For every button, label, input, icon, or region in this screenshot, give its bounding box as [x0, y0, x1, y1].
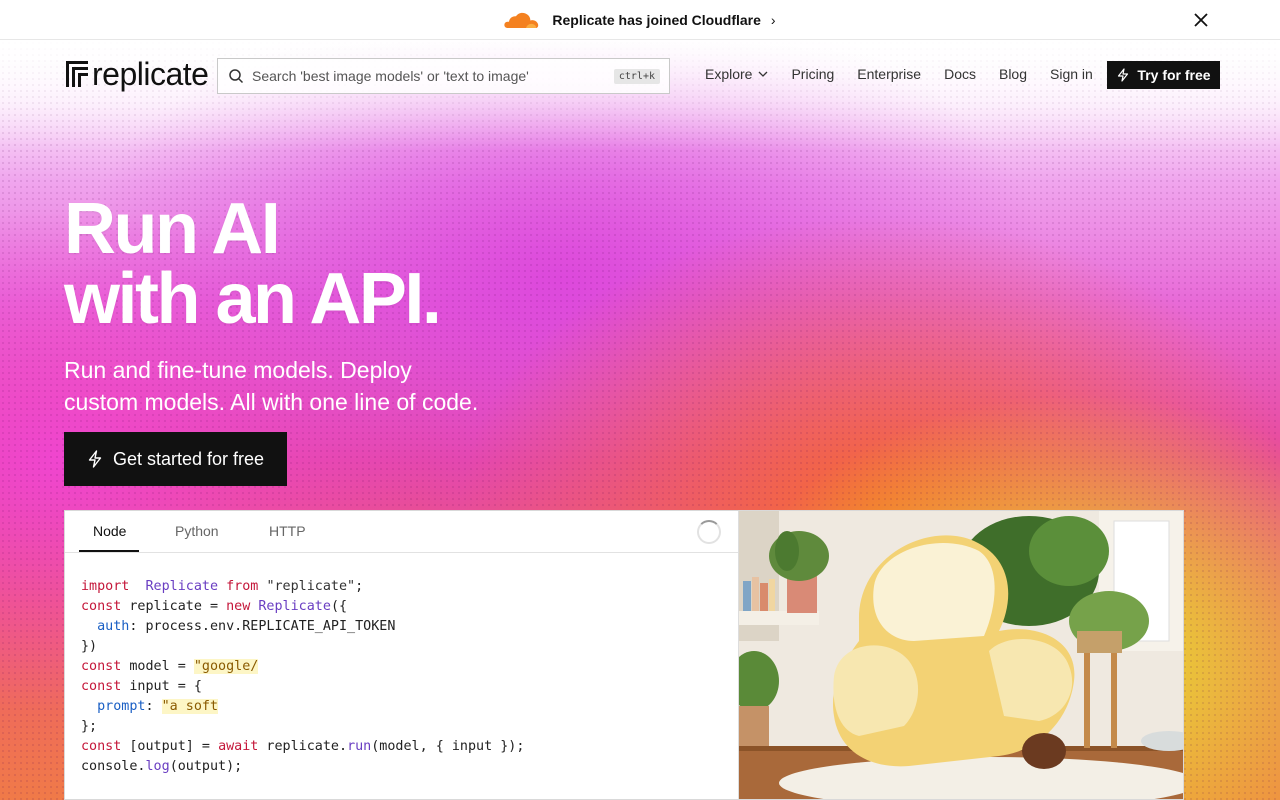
nav-blog[interactable]: Blog: [999, 66, 1027, 82]
search-box[interactable]: ctrl+k: [217, 58, 670, 94]
chevron-right-icon: ›: [770, 11, 776, 28]
nav-docs[interactable]: Docs: [944, 66, 976, 82]
lightning-icon: [1118, 68, 1129, 82]
main-nav: replicate ctrl+k Explore Pricing Enterpr…: [0, 40, 1280, 112]
hero-subhead: Run and fine-tune models. Deploy custom …: [64, 357, 479, 415]
tab-node[interactable]: Node: [93, 523, 126, 539]
cloudflare-cloud-icon: [504, 12, 539, 28]
nav-explore[interactable]: Explore: [705, 66, 768, 82]
search-icon: [229, 69, 244, 84]
nav-sign-in[interactable]: Sign in: [1050, 66, 1093, 82]
announcement-bar[interactable]: Replicate has joined Cloudflare ›: [0, 0, 1280, 40]
logo-text: replicate: [92, 56, 209, 92]
replicate-mark-icon: [66, 61, 88, 87]
tab-http[interactable]: HTTP: [269, 523, 306, 539]
replicate-logo[interactable]: replicate: [64, 56, 209, 92]
nav-pricing[interactable]: Pricing: [791, 66, 834, 82]
lightning-icon: [88, 450, 102, 468]
output-image: [737, 511, 1183, 799]
code-line: }): [81, 639, 98, 654]
tab-python[interactable]: Python: [175, 523, 219, 539]
code-line: import Replicate from "replicate";: [81, 579, 364, 594]
code-line: const [output] = await replicate.run(mod…: [81, 739, 525, 754]
announcement-text[interactable]: Replicate has joined Cloudflare: [552, 12, 761, 28]
code-line: prompt: "a soft: [97, 699, 219, 714]
try-for-free-button[interactable]: Try for free: [1107, 61, 1220, 89]
code-line: const input = {: [81, 679, 202, 694]
code-line: };: [81, 719, 98, 734]
code-line: const model = "google/: [81, 659, 259, 674]
hero-headline: Run AI with an API.: [64, 189, 442, 339]
code-block: import Replicate from "replicate"; const …: [81, 577, 524, 777]
search-input[interactable]: [244, 59, 614, 93]
close-icon[interactable]: [1192, 11, 1210, 29]
code-side: Node Python HTTP import Replicate from "…: [65, 511, 738, 799]
code-line: console.log(output);: [81, 759, 243, 774]
chevron-down-icon: [759, 71, 768, 77]
banana-chair-image: [738, 511, 1183, 799]
language-tabs: Node Python HTTP: [65, 511, 738, 553]
nav-enterprise[interactable]: Enterprise: [857, 66, 921, 82]
get-started-button[interactable]: Get started for free: [64, 432, 287, 486]
code-line: const replicate = new Replicate({: [81, 599, 348, 614]
active-tab-indicator: [79, 550, 139, 552]
code-line: auth: process.env.REPLICATE_API_TOKEN: [97, 619, 396, 634]
loading-spinner-icon: [697, 520, 721, 544]
nav-links: Explore Pricing Enterprise Docs Blog Sig…: [705, 66, 1116, 82]
code-example-panel: Node Python HTTP import Replicate from "…: [64, 510, 1184, 800]
search-shortcut-badge: ctrl+k: [613, 68, 660, 84]
